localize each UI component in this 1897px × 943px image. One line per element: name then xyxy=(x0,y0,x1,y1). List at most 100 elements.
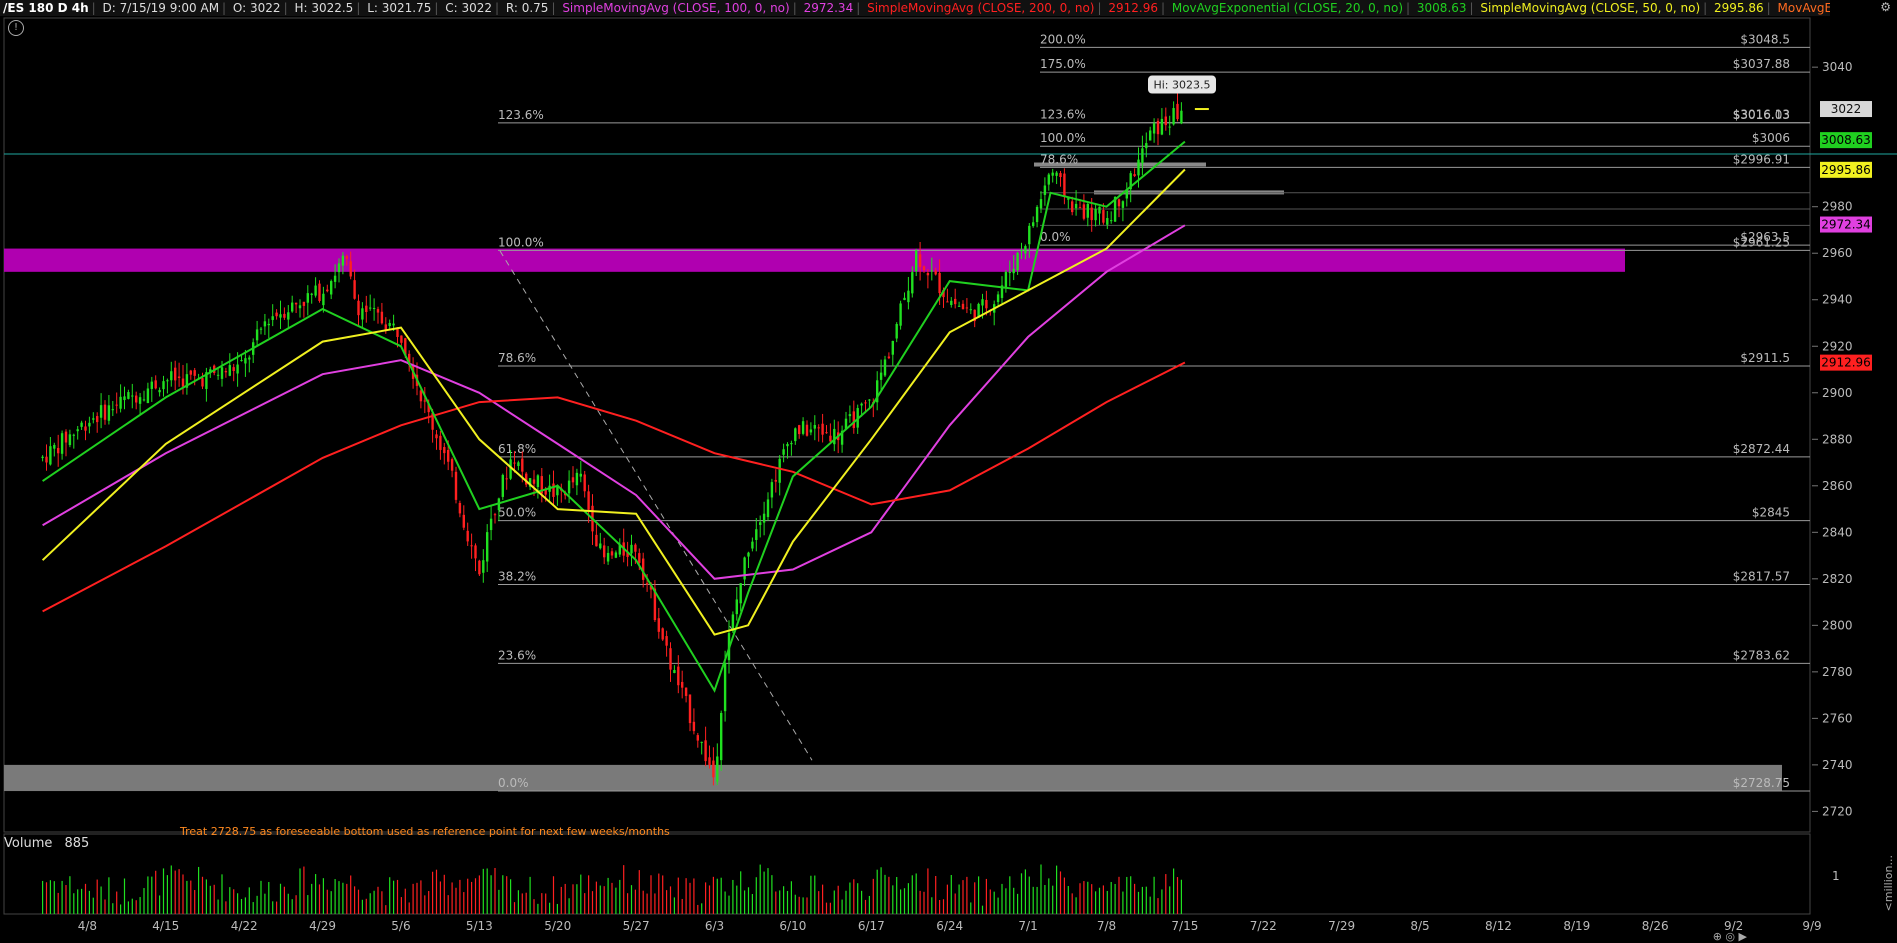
candle-body-118 xyxy=(501,474,504,497)
candle-body-15 xyxy=(99,405,103,418)
candle-body-90 xyxy=(392,323,395,326)
y-tick-label-2: 2760 xyxy=(1822,711,1853,725)
candle-body-264 xyxy=(1070,201,1074,213)
candle-body-66 xyxy=(298,305,302,309)
candle-body-200 xyxy=(821,423,824,435)
candle-body-127 xyxy=(536,475,540,488)
nav-play-icon[interactable]: ▶ xyxy=(1739,930,1747,943)
candle-body-101 xyxy=(435,434,438,439)
candle-body-290 xyxy=(1172,108,1175,125)
badge-sma100-text: 2972.34 xyxy=(1821,218,1871,232)
badge-sma50-text: 2995.86 xyxy=(1821,163,1871,177)
x-tick-label-1: 4/15 xyxy=(152,919,179,933)
x-tick-label-19: 8/19 xyxy=(1563,919,1590,933)
candle-body-280 xyxy=(1133,174,1136,177)
candle-body-92 xyxy=(400,335,403,343)
candle-body-228 xyxy=(930,270,933,272)
candle-body-62 xyxy=(283,313,286,318)
y-tick-label-14: 3040 xyxy=(1822,60,1853,74)
badge-sma50: 2995.86 xyxy=(1820,161,1872,178)
candle-body-219 xyxy=(895,324,898,339)
candle-body-252 xyxy=(1024,246,1027,254)
candle-body-25 xyxy=(138,397,142,404)
candle-body-82 xyxy=(361,308,364,320)
candle-body-288 xyxy=(1164,116,1167,126)
fib-right-price-2: $3016.13 xyxy=(1733,108,1790,122)
candle-body-87 xyxy=(380,311,384,324)
candle-body-270 xyxy=(1094,209,1097,221)
candle-body-225 xyxy=(918,254,922,267)
candle-body-4 xyxy=(56,447,60,454)
candle-body-281 xyxy=(1137,159,1140,176)
candle-body-218 xyxy=(891,340,894,355)
candle-body-65 xyxy=(294,302,298,305)
candle-body-24 xyxy=(134,395,138,403)
badge-sma200: 2912.96 xyxy=(1820,354,1872,371)
x-tick-label-3: 4/29 xyxy=(309,919,336,933)
fib-left-price-3: $2872.44 xyxy=(1733,442,1790,456)
nav-zoom-icon[interactable]: ⊕ xyxy=(1713,930,1722,943)
candle-body-166 xyxy=(688,694,692,724)
candle-body-56 xyxy=(259,328,263,330)
candle-body-237 xyxy=(965,307,969,309)
candle-body-142 xyxy=(595,534,598,547)
candle-body-260 xyxy=(1055,172,1058,176)
fib-right-price-0: $3048.5 xyxy=(1740,32,1790,46)
fib-right-pct-3: 100.0% xyxy=(1040,131,1086,145)
candle-body-138 xyxy=(579,473,582,477)
candle-body-266 xyxy=(1078,207,1082,209)
support-zone-1[interactable] xyxy=(4,764,1782,792)
high-callout[interactable]: Hi: 3023.5 xyxy=(1148,75,1216,94)
ma-line-3[interactable] xyxy=(41,168,1186,636)
candle-body-106 xyxy=(454,471,458,500)
candle-body-283 xyxy=(1145,143,1148,149)
candle-body-189 xyxy=(778,458,781,483)
candle-body-248 xyxy=(1008,271,1011,273)
x-tick-label-11: 6/24 xyxy=(936,919,963,933)
y-tick-label-6: 2840 xyxy=(1822,525,1853,539)
candle-body-236 xyxy=(961,303,965,310)
candle-body-20 xyxy=(119,396,122,409)
x-tick-label-17: 8/5 xyxy=(1410,919,1429,933)
candle-body-192 xyxy=(790,443,793,445)
candle-body-178 xyxy=(735,599,738,615)
y-tick-label-12: 2960 xyxy=(1822,246,1853,260)
nav-pan-icon[interactable]: ◎ xyxy=(1725,930,1735,943)
candle-body-222 xyxy=(907,290,910,303)
high-callout-text: Hi: 3023.5 xyxy=(1153,79,1210,92)
candle-body-52 xyxy=(244,358,247,364)
candle-body-137 xyxy=(575,472,579,486)
badge-last-price-text: 3022 xyxy=(1831,102,1862,116)
candle-body-78 xyxy=(345,256,348,259)
candle-body-160 xyxy=(665,636,668,646)
ma-line-1[interactable] xyxy=(42,361,1186,613)
candle-body-41 xyxy=(201,378,204,387)
candle-body-291 xyxy=(1176,103,1179,120)
candle-body-6 xyxy=(64,431,68,443)
fib-left-pct-5: 38.2% xyxy=(498,569,536,583)
candle-body-207 xyxy=(848,414,852,417)
candle-body-191 xyxy=(786,444,789,447)
trend-line[interactable] xyxy=(499,250,813,761)
candle-body-262 xyxy=(1063,173,1066,197)
y-tick-label-7: 2860 xyxy=(1822,479,1853,493)
support-zone-0[interactable] xyxy=(4,248,1625,272)
fib-left-pct-4: 50.0% xyxy=(498,506,536,520)
candle-body-229 xyxy=(934,270,937,275)
price-chart[interactable]: 123.6% $3016.03100.0% $2961.2578.6% $2911.5… xyxy=(0,0,1897,943)
candle-body-241 xyxy=(981,299,984,306)
y-tick-label-13: 2980 xyxy=(1822,200,1853,214)
candle-body-50 xyxy=(236,364,239,374)
price-panel-border xyxy=(3,17,1811,833)
candle-body-274 xyxy=(1109,220,1113,222)
candle-body-195 xyxy=(801,421,805,434)
candle-body-103 xyxy=(443,447,446,454)
candle-body-165 xyxy=(684,687,688,696)
candle-body-227 xyxy=(926,273,930,276)
ma-line-2[interactable] xyxy=(42,140,1186,693)
y-tick-label-9: 2900 xyxy=(1822,386,1853,400)
candle-body-249 xyxy=(1012,268,1015,274)
candle-body-116 xyxy=(493,514,497,516)
candle-body-155 xyxy=(645,583,649,585)
fib-right-pct-1: 175.0% xyxy=(1040,57,1086,71)
